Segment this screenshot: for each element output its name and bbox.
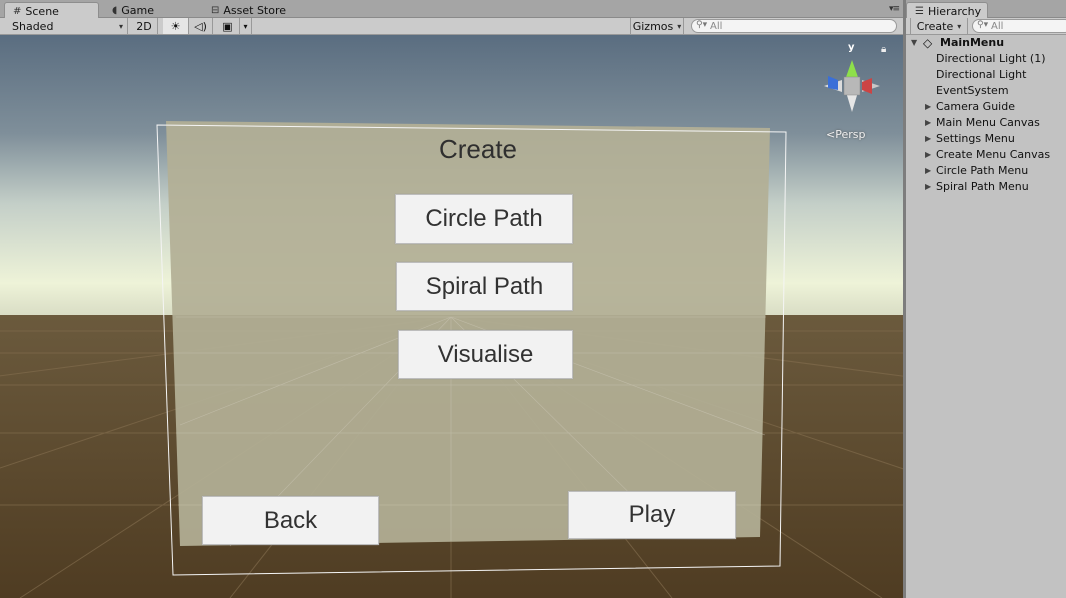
visualise-label: Visualise xyxy=(437,340,534,368)
hierarchy-item[interactable]: ▶ Settings Menu xyxy=(906,131,1066,147)
hierarchy-tabstrip: ☰ Hierarchy xyxy=(906,0,1066,18)
hierarchy-item[interactable]: Directional Light xyxy=(906,67,1066,83)
gizmos-label: Gizmos xyxy=(632,19,674,33)
circle-path-button[interactable]: Circle Path xyxy=(395,194,573,244)
tab-scene-label: Scene xyxy=(25,4,59,18)
2d-toggle[interactable]: 2D xyxy=(131,18,158,34)
hierarchy-item-label: Settings Menu xyxy=(936,132,1015,145)
gizmos-dropdown[interactable]: Gizmos xyxy=(630,18,684,34)
expand-right-icon[interactable]: ▶ xyxy=(925,115,931,131)
panel-menu-icon[interactable]: ▾≡ xyxy=(889,4,900,14)
orientation-gizmo-icon[interactable] xyxy=(812,40,892,140)
hierarchy-item[interactable]: EventSystem xyxy=(906,83,1066,99)
hierarchy-item-label: Spiral Path Menu xyxy=(936,180,1029,193)
shading-mode-dropdown[interactable]: Shaded xyxy=(0,18,128,34)
tab-scene[interactable]: # Scene xyxy=(4,2,99,18)
scene-viewport[interactable]: Create Circle Path Spiral Path Visualise… xyxy=(0,35,903,598)
scene-panel: # Scene ◖ Game ⊟ Asset Store ▾≡ Shaded 2… xyxy=(0,0,903,598)
tab-game-label: Game xyxy=(121,4,155,17)
hierarchy-item[interactable]: Directional Light (1) xyxy=(906,51,1066,67)
hierarchy-item-label: Main Menu Canvas xyxy=(936,116,1040,129)
shading-mode-label: Shaded xyxy=(12,19,54,33)
hierarchy-toolbar: Create ⚲▾ All xyxy=(906,18,1066,35)
spiral-path-button[interactable]: Spiral Path xyxy=(396,262,573,311)
hierarchy-item[interactable]: ▶ Camera Guide xyxy=(906,99,1066,115)
expand-right-icon[interactable]: ▶ xyxy=(925,99,931,115)
back-button[interactable]: Back xyxy=(202,496,379,545)
create-menu-canvas xyxy=(156,121,787,576)
hierarchy-item-label: Directional Light (1) xyxy=(936,52,1046,65)
chevron-down-icon: ▾ xyxy=(243,21,248,31)
lighting-toggle[interactable]: ☀ xyxy=(163,18,189,34)
create-label: Create xyxy=(916,19,954,33)
audio-toggle[interactable]: ◁) xyxy=(189,18,213,34)
scene-toolbar: Shaded 2D ☀ ◁) ▣ ▾ Gizmos ⚲▾ All xyxy=(0,18,903,35)
tab-game[interactable]: ◖ Game xyxy=(104,2,160,18)
gizmo-y-label: y xyxy=(848,42,855,53)
2d-toggle-label: 2D xyxy=(136,19,152,33)
grid-icon: # xyxy=(13,5,22,17)
search-icon: ⚲▾ xyxy=(696,20,708,30)
canvas-title: Create xyxy=(438,134,518,164)
hierarchy-item-label: Directional Light xyxy=(936,68,1027,81)
effects-dropdown[interactable]: ▾ xyxy=(240,18,252,34)
search-icon: ⚲▾ xyxy=(977,20,989,30)
tab-hierarchy-label: Hierarchy xyxy=(927,4,982,18)
unity-scene-icon: ◇ xyxy=(923,36,933,50)
play-label: Play xyxy=(628,501,676,528)
visualise-button[interactable]: Visualise xyxy=(398,330,573,379)
hierarchy-item[interactable]: ▶ Main Menu Canvas xyxy=(906,115,1066,131)
create-dropdown[interactable]: Create xyxy=(910,18,968,34)
scene-search-placeholder: All xyxy=(710,20,723,32)
expand-right-icon[interactable]: ▶ xyxy=(925,147,931,163)
hierarchy-item-label: Create Menu Canvas xyxy=(936,148,1051,161)
hierarchy-item-label: Circle Path Menu xyxy=(936,164,1029,177)
hierarchy-search-input[interactable]: ⚲▾ All xyxy=(972,19,1066,33)
sun-icon: ☀ xyxy=(170,19,181,33)
speaker-icon: ◁) xyxy=(194,19,207,33)
scene-name-label: MainMenu xyxy=(940,36,1005,49)
scene-tabstrip: # Scene ◖ Game ⊟ Asset Store ▾≡ xyxy=(0,0,903,18)
lock-icon[interactable]: 🔒︎ xyxy=(881,44,886,55)
hierarchy-item-label: EventSystem xyxy=(936,84,1009,97)
tab-asset-store-label: Asset Store xyxy=(223,4,287,17)
scene-root-item[interactable]: ▼ ◇ MainMenu xyxy=(906,35,1066,51)
back-label: Back xyxy=(263,506,318,534)
hierarchy-search-placeholder: All xyxy=(991,20,1004,32)
hierarchy-item[interactable]: ▶ Create Menu Canvas xyxy=(906,147,1066,163)
circle-path-label: Circle Path xyxy=(425,205,543,232)
hierarchy-item-label: Camera Guide xyxy=(936,100,1015,113)
hierarchy-panel: ☰ Hierarchy Create ⚲▾ All ▼ ◇ MainMenu D… xyxy=(906,0,1066,598)
expand-right-icon[interactable]: ▶ xyxy=(925,131,931,147)
expand-down-icon[interactable]: ▼ xyxy=(911,35,917,51)
list-icon: ☰ xyxy=(915,5,924,17)
hierarchy-tree: ▼ ◇ MainMenu Directional Light (1) Direc… xyxy=(906,35,1066,195)
expand-right-icon[interactable]: ▶ xyxy=(925,179,931,195)
projection-toggle[interactable]: <Persp xyxy=(826,128,865,141)
hierarchy-item[interactable]: ▶ Spiral Path Menu xyxy=(906,179,1066,195)
scene-search-input[interactable]: ⚲▾ All xyxy=(691,19,897,33)
unity-editor: # Scene ◖ Game ⊟ Asset Store ▾≡ Shaded 2… xyxy=(0,0,1066,598)
tab-asset-store[interactable]: ⊟ Asset Store xyxy=(203,2,292,18)
persp-icon: < xyxy=(826,128,836,141)
pacman-icon: ◖ xyxy=(112,5,118,16)
effects-toggle[interactable]: ▣ xyxy=(216,18,240,34)
projection-label: Persp xyxy=(835,128,866,141)
image-icon: ▣ xyxy=(222,19,233,33)
spiral-path-label: Spiral Path xyxy=(425,272,544,300)
store-icon: ⊟ xyxy=(211,5,220,16)
hierarchy-item[interactable]: ▶ Circle Path Menu xyxy=(906,163,1066,179)
play-button[interactable]: Play xyxy=(568,491,736,539)
expand-right-icon[interactable]: ▶ xyxy=(925,163,931,179)
tab-hierarchy[interactable]: ☰ Hierarchy xyxy=(906,2,988,18)
